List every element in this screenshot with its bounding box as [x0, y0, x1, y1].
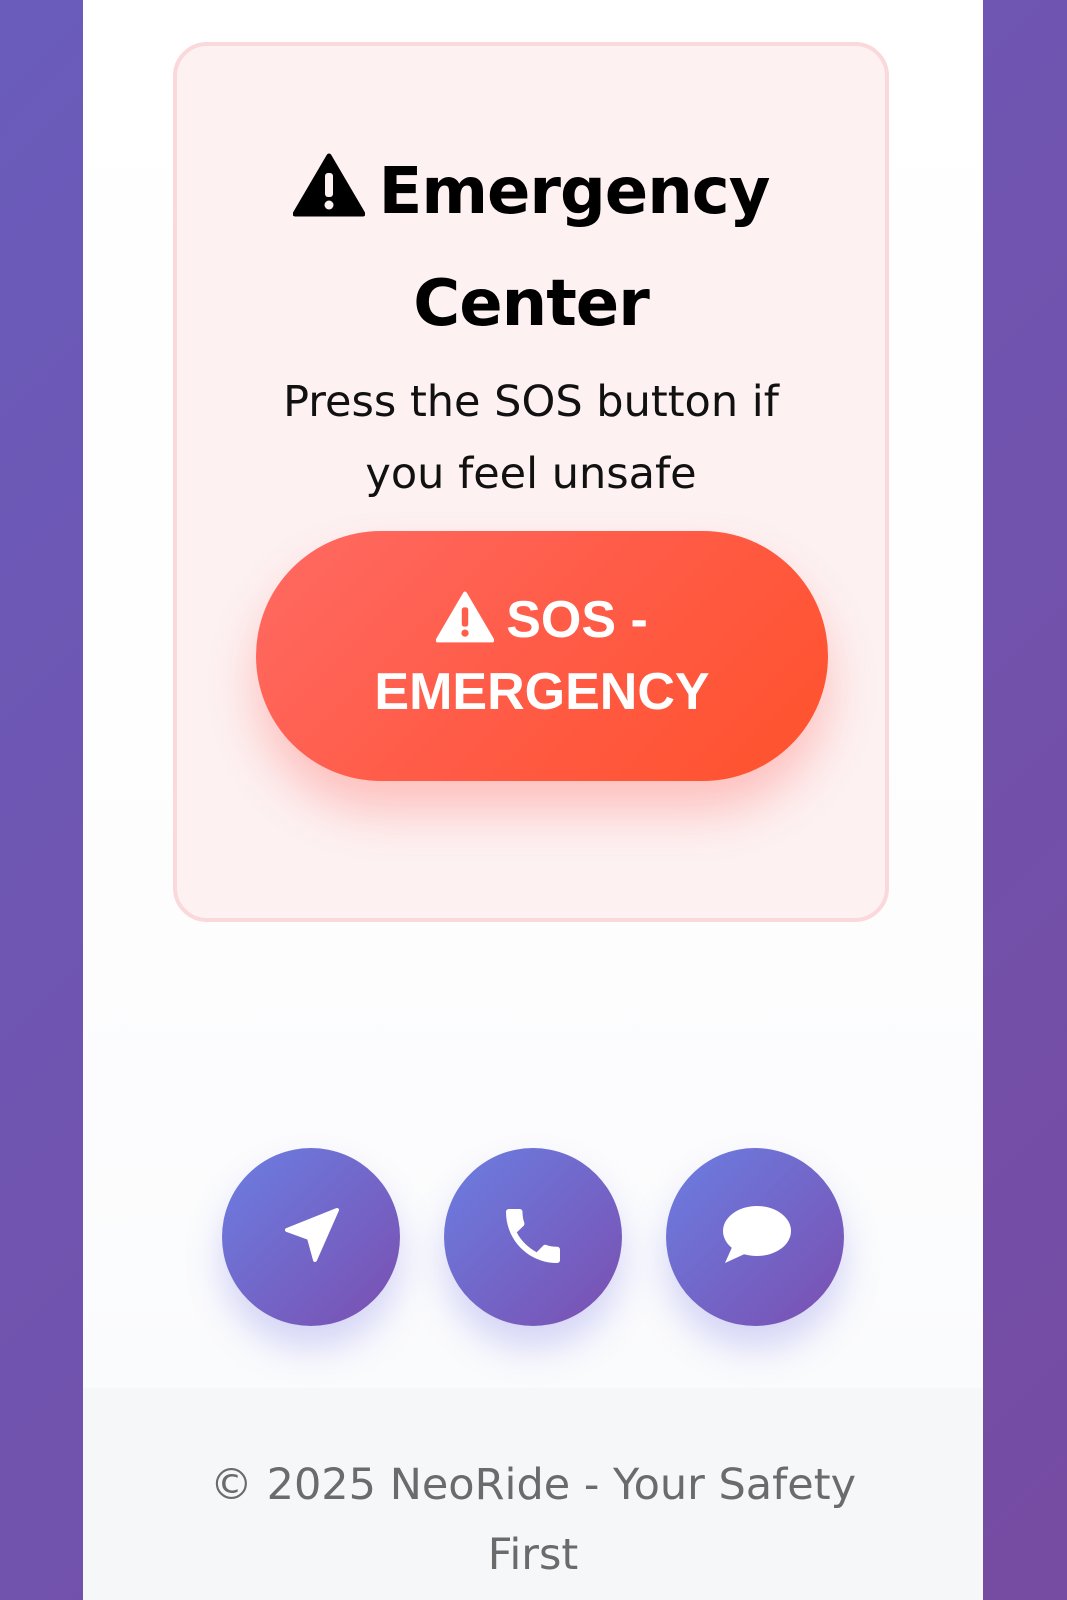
app-panel: Emergency Center Press the SOS button if…: [83, 0, 983, 1600]
warning-icon: [435, 591, 495, 659]
sos-button-label: SOS - EMERGENCY: [374, 591, 710, 721]
navigation-arrow-icon: [279, 1204, 343, 1271]
quick-actions: [83, 1148, 983, 1326]
share-location-button[interactable]: [222, 1148, 400, 1326]
call-button[interactable]: [444, 1148, 622, 1326]
emergency-subtitle: Press the SOS button if you feel unsafe: [283, 377, 779, 499]
footer-copyright: © 2025 NeoRide - Your Safety First: [209, 1460, 857, 1580]
chat-bubble-icon: [717, 1201, 793, 1274]
warning-icon: [292, 142, 366, 250]
sos-emergency-button[interactable]: SOS - EMERGENCY: [256, 531, 828, 781]
phone-icon: [497, 1200, 569, 1275]
message-button[interactable]: [666, 1148, 844, 1326]
emergency-title-text: Emergency Center: [378, 155, 771, 341]
sos-button-content: SOS - EMERGENCY: [296, 587, 788, 725]
emergency-card: Emergency Center Press the SOS button if…: [173, 42, 889, 922]
footer: © 2025 NeoRide - Your Safety First: [83, 1388, 983, 1600]
emergency-title: Emergency Center: [217, 138, 845, 358]
